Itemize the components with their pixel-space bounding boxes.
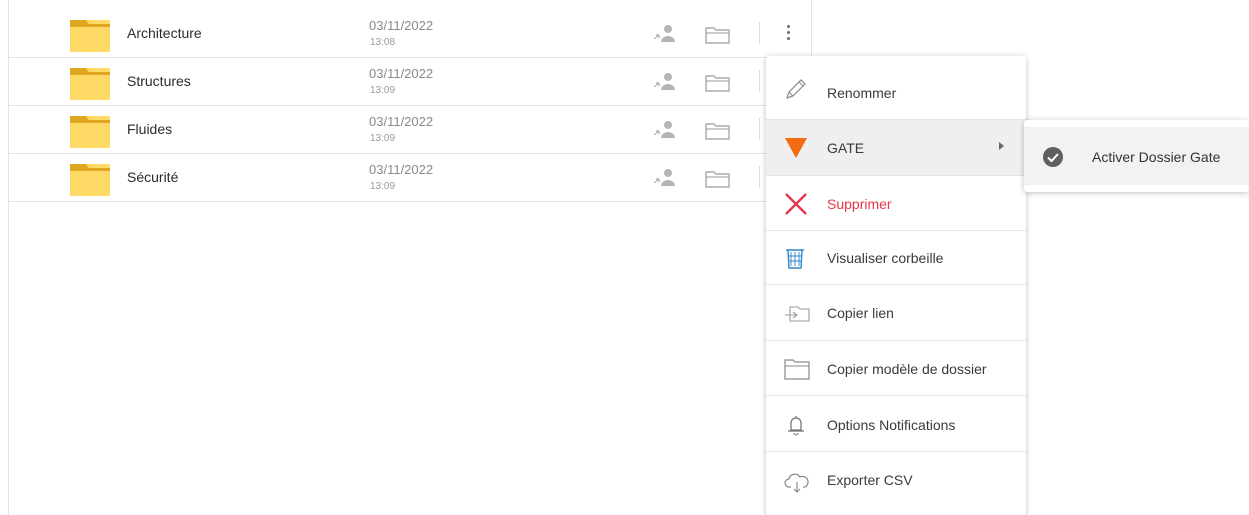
folder-name[interactable]: Fluides <box>127 121 172 137</box>
share-user-icon[interactable] <box>653 24 677 44</box>
check-circle-icon <box>1043 147 1063 167</box>
gate-submenu: Activer Dossier Gate <box>1024 120 1249 192</box>
menu-item-label: Visualiser corbeille <box>827 250 944 266</box>
menu-item-label: GATE <box>827 140 865 156</box>
cloud-download-icon <box>784 473 809 493</box>
more-options-icon[interactable] <box>782 22 794 44</box>
menu-item-gate[interactable]: GATE <box>766 120 1026 176</box>
menu-item-label: Options Notifications <box>827 417 956 433</box>
trash-icon <box>786 249 804 269</box>
folder-time: 13:09 <box>370 133 396 144</box>
gate-triangle-icon <box>785 138 807 158</box>
menu-item-label: Copier lien <box>827 305 894 321</box>
folder-time: 13:08 <box>370 37 396 48</box>
share-user-icon[interactable] <box>653 72 677 92</box>
open-folder-icon[interactable] <box>705 74 731 92</box>
menu-item-copy-template[interactable]: Copier modèle de dossier <box>766 341 1026 396</box>
folder-row[interactable]: Architecture 03/11/2022 13:08 <box>9 10 812 58</box>
menu-item-label: Exporter CSV <box>827 472 913 488</box>
folder-name[interactable]: Structures <box>127 73 191 89</box>
folder-date: 03/11/2022 <box>369 162 434 177</box>
open-folder-icon[interactable] <box>705 122 731 140</box>
folder-time: 13:09 <box>370 181 396 192</box>
link-icon <box>785 306 810 322</box>
open-folder-icon[interactable] <box>705 170 731 188</box>
menu-item-label: Supprimer <box>827 196 892 212</box>
menu-item-rename[interactable]: Renommer <box>766 56 1026 120</box>
bell-icon <box>788 416 804 436</box>
menu-item-copy-link[interactable]: Copier lien <box>766 285 1026 341</box>
folder-date: 03/11/2022 <box>369 18 434 33</box>
folder-name[interactable]: Architecture <box>127 25 202 41</box>
file-list-panel: Architecture 03/11/2022 13:08 Structures… <box>8 0 812 515</box>
folder-row[interactable]: Fluides 03/11/2022 13:09 <box>9 106 812 154</box>
folder-time: 13:09 <box>370 85 396 96</box>
separator <box>759 166 760 188</box>
context-menu: Renommer GATE Supprimer Visualiser corbe… <box>766 56 1026 515</box>
folder-name[interactable]: Sécurité <box>127 169 178 185</box>
menu-item-label: Copier modèle de dossier <box>827 361 987 377</box>
menu-item-export-csv[interactable]: Exporter CSV <box>766 452 1026 515</box>
folder-icon <box>70 20 110 52</box>
folder-icon <box>70 68 110 100</box>
separator <box>759 22 760 44</box>
submenu-item-activate-gate[interactable]: Activer Dossier Gate <box>1024 127 1249 185</box>
folder-icon <box>70 164 110 196</box>
pencil-icon <box>786 79 806 99</box>
menu-item-label: Renommer <box>827 85 897 101</box>
menu-item-notifications[interactable]: Options Notifications <box>766 396 1026 452</box>
menu-item-delete[interactable]: Supprimer <box>766 176 1026 231</box>
separator <box>759 118 760 140</box>
submenu-item-label: Activer Dossier Gate <box>1092 149 1221 165</box>
share-user-icon[interactable] <box>653 168 677 188</box>
folder-template-icon <box>784 359 810 380</box>
folder-date: 03/11/2022 <box>369 66 434 81</box>
folder-date: 03/11/2022 <box>369 114 434 129</box>
share-user-icon[interactable] <box>653 120 677 140</box>
folder-row[interactable]: Structures 03/11/2022 13:09 <box>9 58 812 106</box>
open-folder-icon[interactable] <box>705 26 731 44</box>
folder-icon <box>70 116 110 148</box>
separator <box>759 70 760 92</box>
folder-row[interactable]: Sécurité 03/11/2022 13:09 <box>9 154 812 202</box>
submenu-arrow-icon <box>999 142 1004 150</box>
menu-item-view-trash[interactable]: Visualiser corbeille <box>766 231 1026 285</box>
delete-x-icon <box>785 193 807 215</box>
